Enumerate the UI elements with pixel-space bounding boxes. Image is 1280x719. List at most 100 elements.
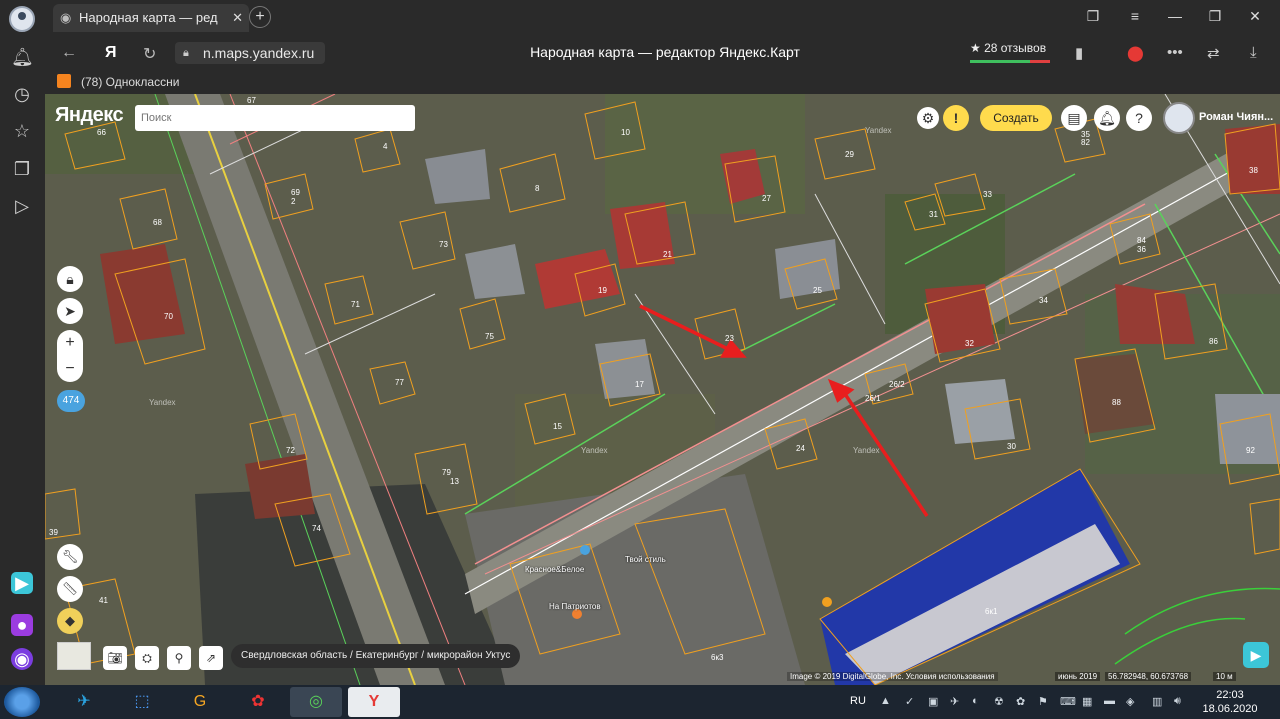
download-icon[interactable]: ⤓ [1250,44,1257,61]
chat-icon[interactable]: ▤ [1061,105,1087,131]
tray-icon[interactable]: ▣ [928,695,938,708]
bell-icon[interactable]: 🔔︎ [11,46,34,68]
back-icon[interactable]: ← [61,44,77,62]
tray-icon[interactable]: ⚑ [1038,695,1048,708]
tray-icon[interactable]: ▬ [1104,695,1115,707]
tray-icon[interactable]: ◈ [1126,695,1134,708]
language-indicator[interactable]: RU [850,695,866,707]
collections-icon[interactable]: ❐ [11,158,33,180]
system-clock[interactable]: 22:03 18.06.2020 [1200,688,1260,716]
yandex-browser-icon[interactable]: Y [348,687,400,717]
layer-badge[interactable]: 474 [57,390,85,412]
bookmarks-bar: (78) Одноклассни [45,70,1280,94]
tab-bar: ◉ Народная карта — ред ✕ + ❐ ≡ — ❐ ✕ [45,0,1280,36]
new-tab-button[interactable]: + [249,6,271,28]
tray-icon[interactable]: ◐ [972,695,979,707]
screenshot-icon[interactable]: ⬚ [116,687,168,717]
tray-icon[interactable]: ⌨ [1060,695,1076,708]
zen-icon[interactable]: ▶ [11,572,33,594]
location-breadcrumb[interactable]: Свердловская область / Екатеринбург / ми… [231,644,521,668]
zoom-control: + − [57,330,83,382]
tray-icon[interactable]: ▲ [880,695,891,707]
zoom-out-button[interactable]: − [57,356,83,382]
bookmark-icon[interactable]: ▮ [1075,44,1083,62]
camera-icon[interactable]: 📷︎ [103,646,127,670]
settings-icon[interactable]: ⚙ [917,107,939,129]
house-number: 84 [1137,236,1146,245]
minimap[interactable] [57,642,91,670]
geolocation-icon[interactable]: ➤ [57,298,83,324]
star-icon[interactable]: ☆ [11,120,33,142]
house-number: 30 [1007,442,1016,451]
zoom-in-button[interactable]: + [57,330,83,356]
place-label[interactable]: На Патриотов [549,602,601,611]
wrench-icon[interactable]: 🔧︎ [57,544,83,570]
odnoklassniki-icon [57,74,71,88]
tabs-icon[interactable]: ❐ [1083,8,1103,25]
reviews-bar [970,60,1050,63]
house-number: 86 [1209,337,1218,346]
place-label[interactable]: Твой стиль [625,555,666,564]
reviews-badge[interactable]: ★ 28 отзывов [970,41,1050,63]
translate-icon[interactable]: ⇄ [1207,44,1220,62]
url-field[interactable]: 🔒︎ n.maps.yandex.ru [175,42,325,64]
user-avatar[interactable] [1163,102,1195,134]
house-number: 72 [286,446,295,455]
house-number: 26/2 [889,380,905,389]
create-button[interactable]: Создать [980,105,1052,131]
map-canvas[interactable]: 66 67 4 10 69 2 8 27 29 33 35 82 31 38 6… [45,94,1280,685]
notifications-icon[interactable]: 🔔︎ [1094,105,1120,131]
alice-app-icon[interactable]: ● [11,614,33,636]
house-number: 26/1 [865,394,881,403]
panorama-icon[interactable]: ⛭ [135,646,159,670]
pin-icon[interactable]: ⚲ [167,646,191,670]
tab-active[interactable]: ◉ Народная карта — ред ✕ [53,4,249,32]
yandex-icon[interactable]: Я [105,44,117,62]
ladybug-icon[interactable]: ✿ [232,687,284,717]
pdf-icon[interactable]: G [174,687,226,717]
layers-icon[interactable]: ◆ [57,608,83,634]
share-icon[interactable]: ⇗ [199,646,223,670]
map-pin-icon: ◉ [60,10,72,25]
ruler-icon[interactable]: 📏︎ [57,576,83,602]
tray-icon[interactable]: ☢ [994,695,1004,708]
house-number: 34 [1039,296,1048,305]
tray-icon[interactable]: ✈ [950,695,959,708]
play-icon[interactable]: ▷ [11,195,33,217]
taskbar: ✈ ⬚ G ✿ ◎ Y RU ▲ ✓ ▣ ✈ ◐ ☢ ✿ ⚑ ⌨ ▦ ▬ ◈ ▥… [0,685,1280,719]
help-icon[interactable]: ? [1126,105,1152,131]
zen-icon[interactable]: ▶ [1243,642,1269,668]
tab-title: Народная карта — ред [79,10,218,25]
telegram-icon[interactable]: ✈ [58,687,110,717]
speedtest-icon[interactable]: ◎ [290,687,342,717]
reload-icon[interactable]: ↻ [143,44,156,64]
tray-icon[interactable]: ▦ [1082,695,1092,708]
volume-icon[interactable]: 🔊︎ [1174,695,1181,708]
place-label[interactable]: Красное&Белое [525,565,584,574]
yandex-logo[interactable]: Яндекс [55,104,124,127]
alert-icon[interactable]: ! [943,105,969,131]
user-name[interactable]: Роман Чиян... [1199,111,1273,123]
page-title: Народная карта — редактор Яндекс.Карт [530,44,800,60]
tray-icon[interactable]: ✿ [1016,695,1025,708]
geo-pin-icon[interactable]: ⬤ [1127,44,1144,62]
minimize-icon[interactable]: — [1165,8,1185,24]
alice-icon[interactable]: ◉ [11,648,33,670]
close-tab-icon[interactable]: ✕ [232,4,243,32]
copyright[interactable]: Image © 2019 DigitalGlobe, Inc. Условия … [787,672,998,681]
search-input[interactable] [135,105,415,131]
restore-icon[interactable]: ❐ [1205,8,1225,25]
lock-icon[interactable]: 🔒︎ [57,266,83,292]
network-icon[interactable]: ▥ [1152,695,1162,708]
bookmark-odnoklassniki[interactable]: (78) Одноклассни [81,75,179,89]
windows-start-icon[interactable] [4,687,40,717]
tray-icon[interactable]: ✓ [905,695,914,708]
more-icon[interactable]: ••• [1167,44,1183,61]
close-window-icon[interactable]: ✕ [1245,8,1265,25]
profile-avatar[interactable] [9,6,35,32]
menu-icon[interactable]: ≡ [1125,8,1145,24]
house-number: 13 [450,477,459,486]
history-icon[interactable]: ◷ [11,83,33,105]
house-number: 2 [291,197,296,206]
house-number: 15 [553,422,562,431]
